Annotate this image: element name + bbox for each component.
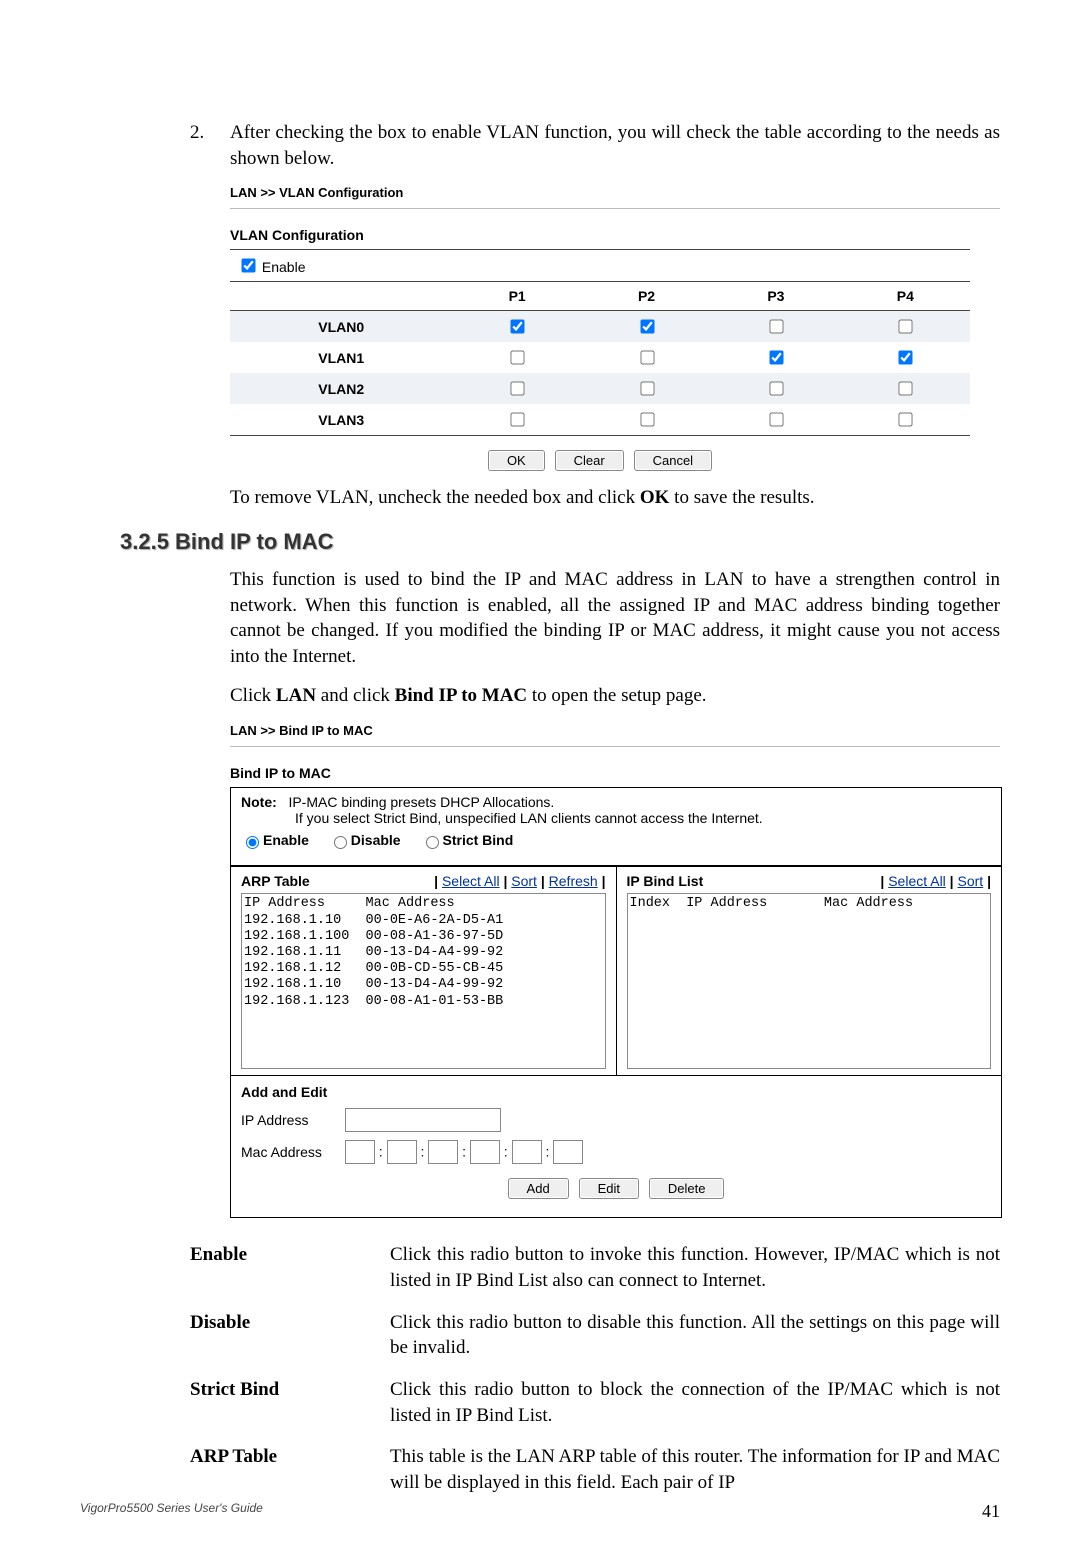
vlan1-p4-checkbox[interactable]: [899, 351, 913, 365]
ip-address-input[interactable]: [345, 1108, 501, 1132]
footer-guide: VigorPro5500 Series User's Guide: [80, 1501, 263, 1522]
vlan-table: Enable P1 P2 P3 P4 VLAN0 VLAN1: [230, 249, 970, 436]
vlan1-p2-checkbox[interactable]: [640, 351, 654, 365]
vlan3-p2-checkbox[interactable]: [640, 413, 654, 427]
mac-address-label: Mac Address: [241, 1144, 341, 1160]
arp-sort-link[interactable]: Sort: [511, 873, 537, 889]
vlan0-p1-checkbox[interactable]: [511, 320, 525, 334]
def-strict-term: Strict Bind: [190, 1377, 390, 1428]
def-enable-desc: Click this radio button to invoke this f…: [390, 1242, 1000, 1293]
step-number: 2.: [190, 120, 230, 171]
bind-ip-title: Bind IP to MAC: [230, 765, 1000, 781]
step-2-paragraph: 2. After checking the box to enable VLAN…: [190, 120, 1000, 171]
footer-page-number: 41: [982, 1501, 1000, 1522]
delete-button[interactable]: Delete: [649, 1178, 725, 1199]
bind-ip-screenshot: LAN >> Bind IP to MAC Bind IP to MAC Not…: [230, 723, 1000, 1218]
breadcrumb-bind: LAN >> Bind IP to MAC: [230, 723, 1000, 738]
col-p3: P3: [711, 282, 840, 311]
ip-bind-listbox[interactable]: Index IP Address Mac Address: [627, 893, 992, 1069]
radio-disable[interactable]: Disable: [329, 832, 401, 848]
def-arp-desc: This table is the LAN ARP table of this …: [390, 1444, 1000, 1495]
row-vlan1: VLAN1: [230, 342, 452, 373]
def-arp-term: ARP Table: [190, 1444, 390, 1495]
vlan2-p1-checkbox[interactable]: [511, 382, 525, 396]
vlan0-p2-checkbox[interactable]: [640, 320, 654, 334]
col-p4: P4: [841, 282, 970, 311]
edit-button[interactable]: Edit: [579, 1178, 639, 1199]
vlan0-p3-checkbox[interactable]: [769, 320, 783, 334]
mac-input-1[interactable]: [345, 1140, 375, 1164]
ok-button[interactable]: OK: [488, 450, 545, 471]
mac-input-2[interactable]: [387, 1140, 417, 1164]
bind-select-all-link[interactable]: Select All: [888, 873, 946, 889]
def-strict-desc: Click this radio button to block the con…: [390, 1377, 1000, 1428]
mac-input-3[interactable]: [428, 1140, 458, 1164]
ip-address-label: IP Address: [241, 1112, 341, 1128]
def-disable-term: Disable: [190, 1310, 390, 1361]
def-enable-term: Enable: [190, 1242, 390, 1293]
arp-select-all-link[interactable]: Select All: [442, 873, 500, 889]
vlan3-p1-checkbox[interactable]: [511, 413, 525, 427]
bind-click-paragraph: Click LAN and click Bind IP to MAC to op…: [230, 683, 1000, 709]
arp-table-title: ARP Table: [241, 873, 310, 889]
ip-bind-list-title: IP Bind List: [627, 873, 704, 889]
vlan3-p3-checkbox[interactable]: [769, 413, 783, 427]
vlan-config-screenshot: LAN >> VLAN Configuration VLAN Configura…: [230, 185, 1000, 471]
def-disable-desc: Click this radio button to disable this …: [390, 1310, 1000, 1361]
add-edit-heading: Add and Edit: [241, 1084, 991, 1100]
vlan2-p3-checkbox[interactable]: [769, 382, 783, 396]
row-vlan3: VLAN3: [230, 404, 452, 436]
vlan1-p1-checkbox[interactable]: [511, 351, 525, 365]
vlan1-p3-checkbox[interactable]: [769, 351, 783, 365]
cancel-button[interactable]: Cancel: [634, 450, 712, 471]
clear-button[interactable]: Clear: [555, 450, 624, 471]
bind-intro-paragraph: This function is used to bind the IP and…: [230, 567, 1000, 670]
vlan2-p2-checkbox[interactable]: [640, 382, 654, 396]
vlan-enable-checkbox[interactable]: Enable: [238, 259, 305, 275]
col-p1: P1: [452, 282, 581, 311]
arp-refresh-link[interactable]: Refresh: [549, 873, 598, 889]
row-vlan2: VLAN2: [230, 373, 452, 404]
vlan-config-title: VLAN Configuration: [230, 227, 1000, 243]
col-p2: P2: [582, 282, 711, 311]
vlan2-p4-checkbox[interactable]: [899, 382, 913, 396]
radio-enable[interactable]: Enable: [241, 832, 309, 848]
arp-table-listbox[interactable]: IP Address Mac Address 192.168.1.10 00-0…: [241, 893, 606, 1069]
section-heading: 3.2.5 Bind IP to MAC: [120, 529, 1000, 555]
radio-strict-bind[interactable]: Strict Bind: [421, 832, 514, 848]
breadcrumb-vlan: LAN >> VLAN Configuration: [230, 185, 1000, 200]
page-footer: VigorPro5500 Series User's Guide 41: [80, 1501, 1000, 1522]
mac-input-5[interactable]: [512, 1140, 542, 1164]
mac-input-6[interactable]: [553, 1140, 583, 1164]
definition-list: EnableClick this radio button to invoke …: [190, 1242, 1000, 1495]
row-vlan0: VLAN0: [230, 311, 452, 343]
step-text: After checking the box to enable VLAN fu…: [230, 120, 1000, 171]
vlan0-p4-checkbox[interactable]: [899, 320, 913, 334]
vlan3-p4-checkbox[interactable]: [899, 413, 913, 427]
add-button[interactable]: Add: [508, 1178, 569, 1199]
vlan-remove-text: To remove VLAN, uncheck the needed box a…: [230, 487, 815, 508]
mac-input-4[interactable]: [470, 1140, 500, 1164]
note-row: Note: IP-MAC binding presets DHCP Alloca…: [231, 788, 1001, 866]
bind-sort-link[interactable]: Sort: [958, 873, 984, 889]
